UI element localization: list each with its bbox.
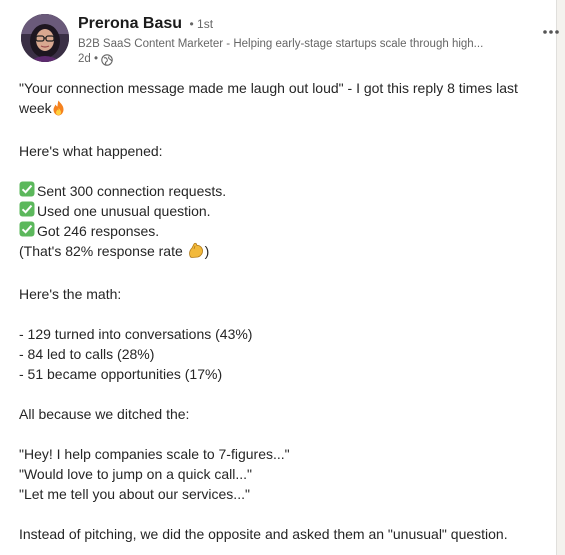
author-headline: B2B SaaS Content Marketer - Helping earl… [78,38,484,50]
post-card: Prerona Basu • 1st B2B SaaS Content Mark… [0,0,559,555]
check-item: Sent 300 connection requests. [19,181,549,201]
check-item-text: Sent 300 connection requests. [37,183,227,199]
math-item: - 84 led to calls (28%) [19,346,155,362]
check-mark-emoji [19,181,35,202]
post-time-line: 2d • [78,52,528,67]
post-line: (That's 82% response rate ) [19,241,549,264]
author-avatar[interactable] [21,14,69,62]
post-line: Here's the math: [19,286,122,302]
post-text: (That's 82% response rate [19,243,183,259]
avatar-photo [21,14,69,62]
check-item-text: Got 246 responses. [37,223,160,239]
post-body: "Your connection message made me laugh o… [19,78,549,544]
check-mark-emoji [19,221,35,242]
check-item: Got 246 responses. [19,221,549,241]
post-text: week [19,100,52,116]
more-options-button[interactable] [537,22,565,42]
author-meta: Prerona Basu • 1st B2B SaaS Content Mark… [78,14,528,67]
author-name-line: Prerona Basu • 1st [78,14,528,34]
check-item: Used one unusual question. [19,201,549,221]
flexed-biceps-emoji [187,241,205,264]
quote-line: "Would love to jump on a quick call..." [19,466,253,482]
globe-icon [101,53,113,66]
math-item: - 51 became opportunities (17%) [19,366,223,382]
author-name[interactable]: Prerona Basu [78,15,182,32]
fire-emoji [52,100,65,121]
post-line: "Your connection message made me laugh o… [19,80,518,96]
connection-degree: • 1st [189,17,214,31]
post-time: 2d • [78,53,99,65]
quote-line: "Hey! I help companies scale to 7-figure… [19,446,290,462]
check-mark-emoji [19,201,35,222]
post-text: ) [204,243,210,259]
check-item-text: Used one unusual question. [37,203,211,219]
post-line: All because we ditched the: [19,406,190,422]
post-line: week [19,98,549,121]
post-line: Instead of pitching, we did the opposite… [19,526,508,542]
post-header: Prerona Basu • 1st B2B SaaS Content Mark… [21,14,559,70]
quote-line: "Let me tell you about our services..." [19,486,250,502]
more-options-icon [537,30,565,45]
post-line: Here's what happened: [19,143,163,159]
math-item: - 129 turned into conversations (43%) [19,326,253,342]
